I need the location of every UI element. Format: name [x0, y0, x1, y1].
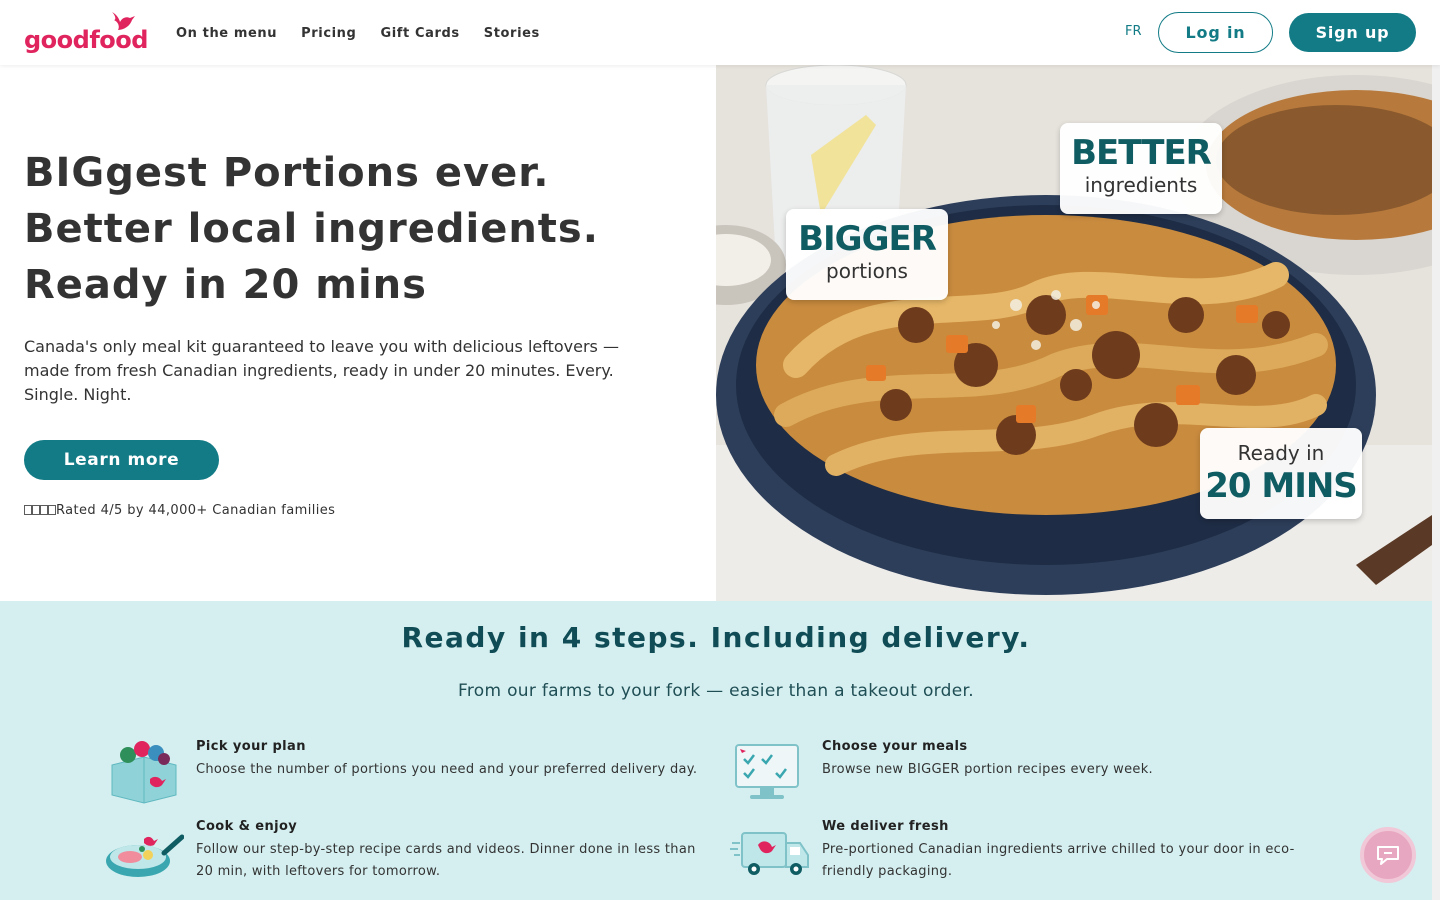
steps-title: Ready in 4 steps. Including delivery. — [401, 621, 1031, 654]
badge-big-text: BIGGER — [798, 219, 937, 259]
badge-small-text: ingredients — [1084, 173, 1198, 197]
badge-big-text: BETTER — [1071, 133, 1212, 173]
step-description: Pre-portioned Canadian ingredients arriv… — [822, 842, 1295, 879]
main-nav: On the menu Pricing Gift Cards Stories — [176, 26, 564, 41]
delivery-truck-icon — [730, 819, 810, 885]
box-icon — [104, 739, 184, 805]
step-title: We deliver fresh — [822, 819, 949, 834]
login-button[interactable]: Log in — [1158, 12, 1273, 53]
language-toggle[interactable]: FR — [1125, 24, 1142, 39]
step-title: Choose your meals — [822, 739, 968, 754]
learn-more-button[interactable]: Learn more — [24, 440, 219, 480]
hero-title-line: Ready in 20 mins — [24, 262, 427, 308]
chat-icon — [1377, 846, 1399, 865]
rating-line: Rated 4/5 by 44,000+ Canadian families — [24, 503, 335, 519]
steps-subtitle: From our farms to your fork — easier tha… — [458, 681, 974, 701]
badge-small-text: portions — [826, 259, 908, 283]
menu-screen-icon — [730, 739, 810, 805]
bird-icon — [112, 12, 135, 30]
step-title: Pick your plan — [196, 739, 306, 754]
signup-button[interactable]: Sign up — [1289, 13, 1416, 52]
step-description: Follow our step-by-step recipe cards and… — [196, 842, 696, 879]
site-header: goodfood On the menu Pricing Gift Cards … — [0, 0, 1440, 65]
goodfood-logo[interactable]: goodfood — [24, 10, 148, 56]
hero-title-line: Better local ingredients. — [24, 206, 599, 252]
nav-gift-cards[interactable]: Gift Cards — [380, 26, 459, 41]
hero-image: BIGGER portions BETTER ingredients Ready… — [716, 65, 1432, 601]
hero-description: Canada's only meal kit guaranteed to lea… — [24, 337, 619, 404]
better-ingredients-badge: BETTER ingredients — [1060, 123, 1222, 214]
hero-title: BIGgest Portions ever. Better local ingr… — [24, 145, 684, 313]
step-title: Cook & enjoy — [196, 819, 298, 834]
badge-big-text: 20 MINS — [1205, 466, 1358, 506]
steps-section: Ready in 4 steps. Including delivery. Fr… — [0, 601, 1432, 900]
chat-button[interactable] — [1360, 827, 1416, 883]
step-description: Choose the number of portions you need a… — [196, 762, 698, 777]
pan-icon — [104, 819, 185, 885]
nav-stories[interactable]: Stories — [484, 26, 540, 41]
rating-text: Rated 4/5 by 44,000+ Canadian families — [56, 503, 336, 518]
hero-title-line: BIGgest Portions ever. — [24, 150, 550, 196]
rating-stars-icon — [24, 504, 56, 519]
ready-20-mins-badge: Ready in 20 MINS — [1200, 428, 1362, 519]
hero-section: BIGgest Portions ever. Better local ingr… — [0, 65, 716, 601]
step-description: Browse new BIGGER portion recipes every … — [822, 762, 1153, 777]
badge-small-text: Ready in — [1237, 441, 1325, 465]
page-scrollbar[interactable] — [1432, 65, 1440, 900]
nav-pricing[interactable]: Pricing — [301, 26, 356, 41]
bigger-portions-badge: BIGGER portions — [786, 209, 948, 300]
nav-on-the-menu[interactable]: On the menu — [176, 26, 277, 41]
